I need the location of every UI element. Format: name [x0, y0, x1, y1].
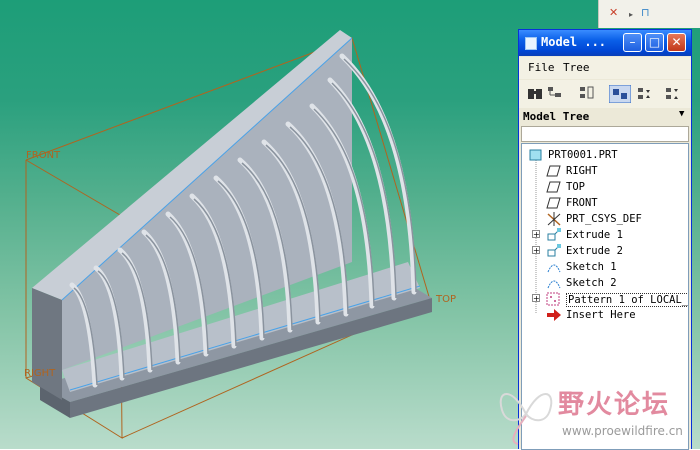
chevron-down-icon[interactable]: ▼: [679, 109, 684, 119]
datum-plane-icon: [546, 181, 561, 193]
insert-arrow-icon: [547, 309, 561, 321]
sketch-icon: [547, 264, 561, 273]
menu-tree[interactable]: Tree: [563, 61, 590, 74]
tree-columns-icon[interactable]: [579, 85, 595, 103]
watermark-chinese: 野火论坛: [558, 390, 671, 420]
watermark: 野火论坛 www.proewildfire.cn: [488, 380, 700, 449]
model-tree-header: Model Tree: [523, 110, 590, 123]
binoculars-icon[interactable]: [527, 85, 543, 103]
expand-pattern-1[interactable]: +: [532, 294, 540, 303]
sketch-icon: [547, 280, 561, 289]
settings-active-icon[interactable]: [609, 85, 631, 103]
tree-toolbar: [519, 80, 691, 108]
wall-end-face: [32, 288, 62, 400]
part-icon: [529, 149, 542, 161]
extrude-icon: [547, 244, 561, 257]
display-icon[interactable]: [665, 85, 681, 103]
pattern-icon: [546, 292, 560, 306]
watermark-url: www.proewildfire.cn: [562, 424, 683, 438]
csys-icon: [547, 212, 561, 226]
close-button[interactable]: ✕: [667, 33, 686, 52]
tree-filter-icon[interactable]: [547, 85, 563, 103]
menu-bar: File Tree: [519, 57, 691, 79]
close-x-icon[interactable]: ✕: [609, 6, 618, 19]
butterfly-logo-icon: [499, 393, 553, 445]
window-icon: [525, 37, 537, 50]
window-title: Model ...: [541, 35, 607, 49]
tree-column-header: [521, 126, 689, 142]
background-toolbar: ✕ ▸ ⊓: [598, 0, 700, 28]
minimize-button[interactable]: –: [623, 33, 642, 52]
datum-plane-icon: [546, 165, 561, 177]
menu-file[interactable]: File: [528, 61, 555, 74]
show-icon[interactable]: [637, 85, 653, 103]
datum-icon[interactable]: ⊓: [641, 6, 650, 19]
arrow-right-icon[interactable]: ▸: [629, 10, 633, 19]
datum-label-right[interactable]: RIGHT: [24, 368, 55, 379]
expand-extrude-1[interactable]: +: [532, 230, 540, 239]
datum-label-front[interactable]: FRONT: [26, 150, 60, 161]
extrude-icon: [547, 228, 561, 241]
datum-plane-icon: [546, 197, 561, 209]
expand-extrude-2[interactable]: +: [532, 246, 540, 255]
window-titlebar[interactable]: Model ... – □ ✕: [519, 30, 691, 56]
datum-label-top[interactable]: TOP: [436, 294, 456, 305]
maximize-button[interactable]: □: [645, 33, 664, 52]
